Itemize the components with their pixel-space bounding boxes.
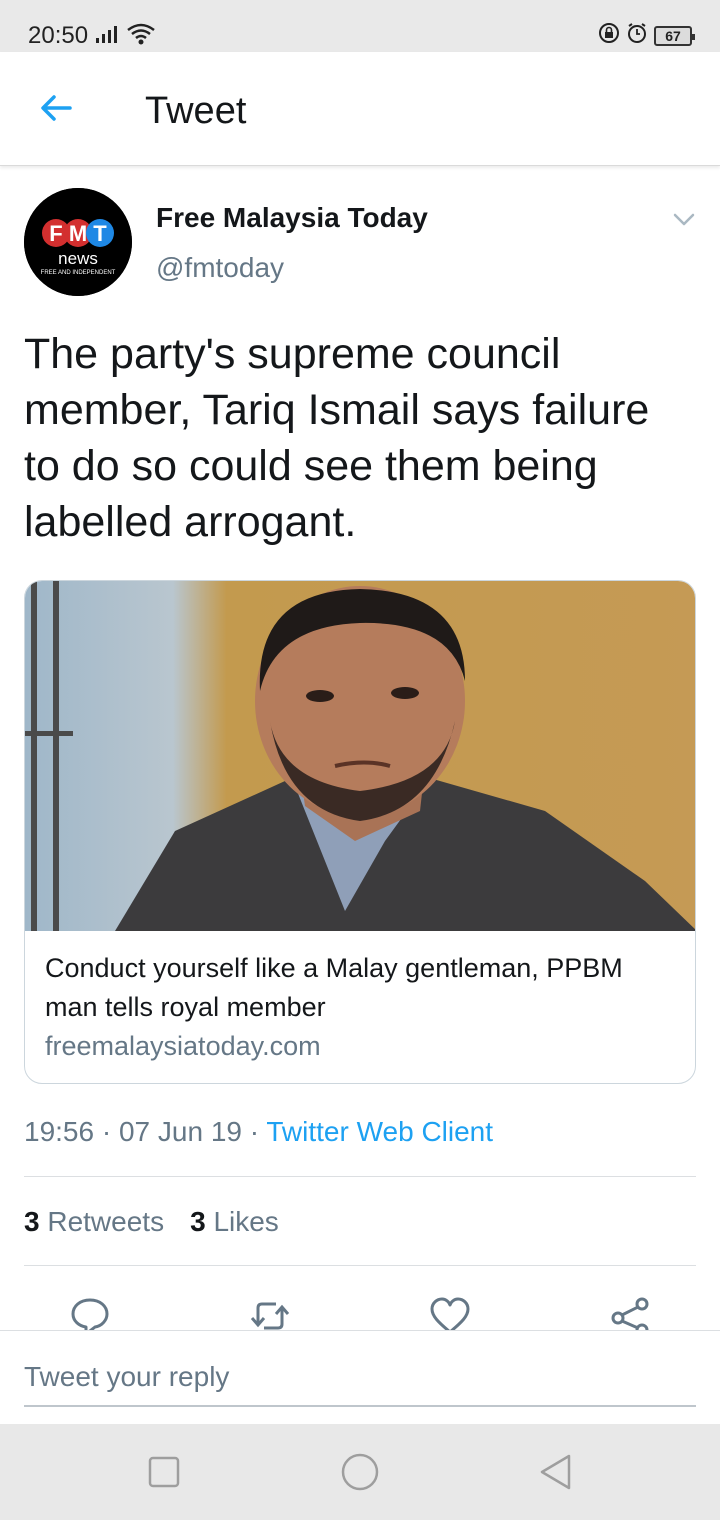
chevron-down-icon[interactable]	[672, 208, 696, 232]
logo-letter-t: T	[93, 221, 107, 246]
signal-icon	[96, 24, 122, 49]
system-nav-bar	[0, 1424, 720, 1520]
likes-count: 3	[190, 1206, 206, 1237]
like-icon[interactable]	[428, 1294, 472, 1330]
battery-icon: 67	[654, 25, 695, 46]
status-time: 20:50	[28, 22, 89, 49]
retweet-icon[interactable]	[248, 1294, 292, 1330]
author-name[interactable]: Free Malaysia Today	[156, 202, 428, 234]
likes-stat[interactable]: 3 Likes	[190, 1206, 279, 1238]
author-handle[interactable]: @fmtoday	[156, 252, 284, 284]
avatar[interactable]: F M T news FREE AND INDEPENDENT	[24, 188, 132, 296]
page-title: Tweet	[145, 90, 247, 132]
tweet-stats: 3 Retweets 3 Likes	[24, 1206, 279, 1238]
wifi-icon	[126, 22, 156, 51]
reply-bar	[0, 1330, 720, 1424]
client-link[interactable]: Twitter Web Client	[266, 1116, 493, 1147]
tweet-date: 07 Jun 19	[118, 1116, 242, 1147]
link-card[interactable]: Conduct yourself like a Malay gentleman,…	[24, 580, 696, 1084]
back-nav-icon[interactable]	[536, 1452, 576, 1492]
logo-word: news	[58, 249, 98, 268]
share-icon[interactable]	[608, 1294, 652, 1330]
recent-apps-icon[interactable]	[144, 1452, 184, 1492]
likes-label: Likes	[213, 1206, 279, 1237]
status-bar: 20:50 67	[0, 0, 720, 52]
divider	[24, 1176, 696, 1177]
card-domain: freemalaysiatoday.com	[45, 1031, 321, 1061]
tweet-time: 19:56	[24, 1116, 95, 1147]
home-icon[interactable]	[340, 1452, 380, 1492]
logo-tagline: FREE AND INDEPENDENT	[41, 270, 116, 276]
card-title: Conduct yourself like a Malay gentleman,…	[45, 953, 623, 1022]
tweet-text: The party's supreme council member, Tari…	[24, 330, 650, 546]
reply-icon[interactable]	[68, 1294, 112, 1330]
retweets-count: 3	[24, 1206, 40, 1237]
rotation-lock-icon	[598, 22, 620, 49]
app-header: Tweet	[0, 52, 720, 166]
alarm-icon	[626, 22, 648, 49]
reply-input[interactable]	[24, 1349, 696, 1407]
logo-letter-f: F	[49, 221, 62, 246]
retweets-label: Retweets	[47, 1206, 165, 1237]
tweet-meta: 19:56 · 07 Jun 19 · Twitter Web Client	[24, 1116, 494, 1147]
action-bar	[0, 1290, 720, 1330]
retweets-stat[interactable]: 3 Retweets	[24, 1206, 164, 1238]
card-image	[25, 581, 695, 931]
divider	[24, 1265, 696, 1266]
logo-letter-m: M	[69, 221, 87, 246]
back-arrow-icon[interactable]	[36, 88, 76, 128]
